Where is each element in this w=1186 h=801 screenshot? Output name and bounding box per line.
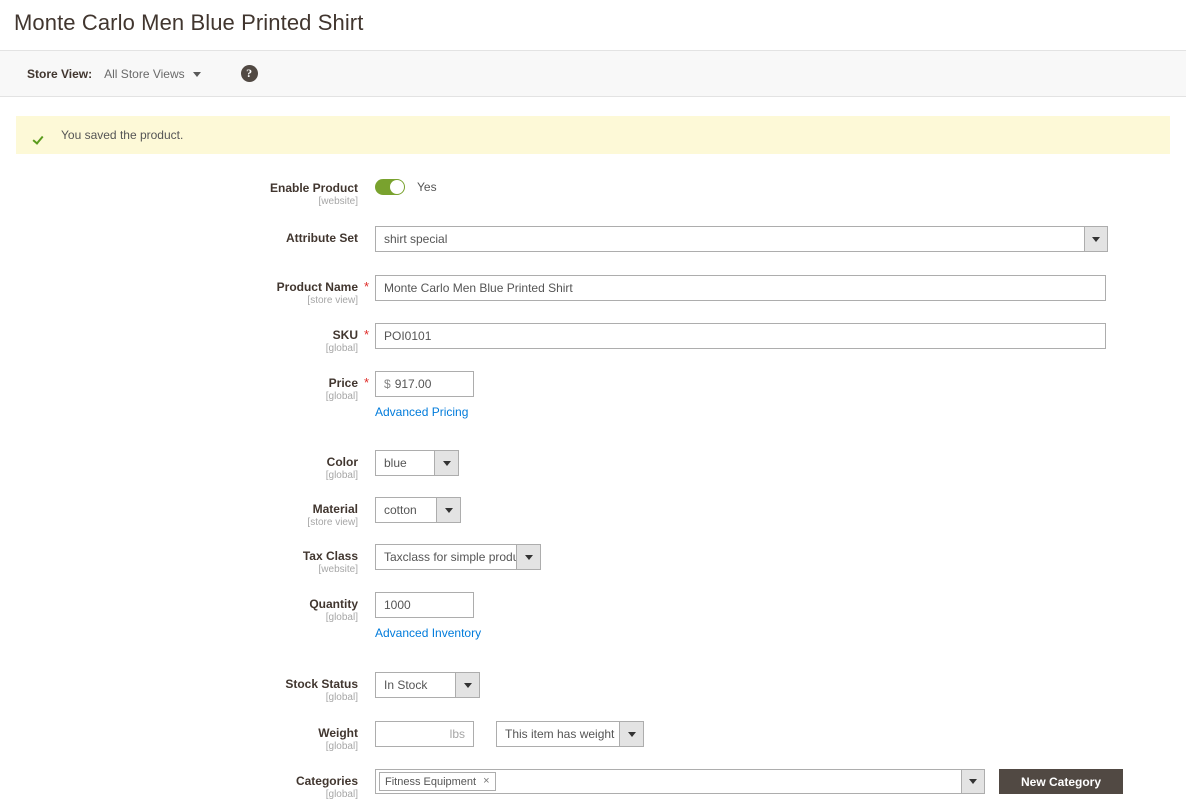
category-chip-label: Fitness Equipment [385,776,476,788]
required-marker [358,544,375,549]
stock-status-select[interactable]: In Stock [375,672,480,698]
chevron-down-icon [434,451,458,475]
chevron-down-icon [193,72,201,77]
store-view-switcher[interactable]: All Store Views [104,67,200,81]
weight-input-group[interactable]: lbs [375,721,474,747]
required-marker [358,450,375,455]
label-color: Color [global] [0,450,358,482]
field-quantity: Quantity [global] Advanced Inventory [0,592,1186,640]
product-name-input[interactable] [375,275,1106,301]
sku-input[interactable] [375,323,1106,349]
tax-class-value: Taxclass for simple products [376,545,516,569]
required-marker-price: * [358,371,375,390]
weight-input[interactable] [376,722,448,746]
page-title: Monte Carlo Men Blue Printed Shirt [14,10,1186,36]
product-form: Enable Product [website] Yes Attribute S… [0,154,1186,801]
color-select[interactable]: blue [375,450,459,476]
success-message: You saved the product. [16,116,1170,154]
store-view-bar: Store View: All Store Views ? [0,50,1186,97]
quantity-input[interactable] [375,592,474,618]
label-material: Material [store view] [0,497,358,529]
field-enable-product: Enable Product [website] Yes [0,176,1186,208]
categories-multiselect[interactable]: Fitness Equipment × [375,769,985,794]
required-marker-product-name: * [358,275,375,294]
chevron-down-icon [516,545,540,569]
required-marker [358,176,375,181]
label-tax-class: Tax Class [website] [0,544,358,576]
required-marker [358,721,375,726]
label-product-name: Product Name [store view] [0,275,358,307]
field-product-name: Product Name [store view] * [0,275,1186,307]
field-sku: SKU [global] * [0,323,1186,355]
enable-product-toggle[interactable] [375,179,405,195]
field-material: Material [store view] cotton [0,497,1186,529]
enable-product-state: Yes [417,180,437,194]
tax-class-select[interactable]: Taxclass for simple products [375,544,541,570]
currency-symbol: $ [376,372,395,396]
field-stock-status: Stock Status [global] In Stock [0,672,1186,704]
field-weight: Weight [global] lbs This item has weight [0,721,1186,753]
category-chip[interactable]: Fitness Equipment × [379,772,496,791]
chevron-down-icon[interactable] [1085,226,1108,252]
has-weight-value: This item has weight [497,722,619,746]
chevron-down-icon [455,673,479,697]
field-price: Price [global] * $ Advanced Pricing [0,371,1186,419]
required-marker [358,672,375,677]
label-quantity: Quantity [global] [0,592,358,624]
advanced-pricing-link[interactable]: Advanced Pricing [375,405,468,419]
toggle-knob [390,180,404,194]
field-tax-class: Tax Class [website] Taxclass for simple … [0,544,1186,576]
attribute-set-value[interactable]: shirt special [375,226,1085,252]
weight-unit-label: lbs [448,722,473,746]
required-marker-sku: * [358,323,375,342]
material-value: cotton [376,498,436,522]
color-value: blue [376,451,434,475]
categories-chip-area[interactable]: Fitness Equipment × [375,769,962,794]
store-view-value: All Store Views [104,67,184,81]
field-attribute-set: Attribute Set shirt special [0,226,1186,252]
label-enable-product: Enable Product [website] [0,176,358,208]
chevron-down-icon[interactable] [962,769,985,794]
has-weight-select[interactable]: This item has weight [496,721,644,747]
check-icon [33,127,49,143]
material-select[interactable]: cotton [375,497,461,523]
label-stock-status: Stock Status [global] [0,672,358,704]
label-price: Price [global] [0,371,358,403]
advanced-inventory-link[interactable]: Advanced Inventory [375,626,481,640]
help-icon[interactable]: ? [241,65,258,82]
field-color: Color [global] blue [0,450,1186,482]
stock-status-value: In Stock [376,673,455,697]
new-category-button[interactable]: New Category [999,769,1123,794]
label-sku: SKU [global] [0,323,358,355]
page-header: Monte Carlo Men Blue Printed Shirt [0,0,1186,50]
attribute-set-select[interactable]: shirt special [375,226,1108,252]
price-input-group[interactable]: $ [375,371,474,397]
close-icon[interactable]: × [483,776,489,787]
chevron-down-icon [619,722,643,746]
field-categories: Categories [global] Fitness Equipment × … [0,769,1186,801]
required-marker [358,592,375,597]
price-input[interactable] [395,372,473,396]
success-message-text: You saved the product. [61,128,183,142]
store-view-label: Store View: [27,67,92,81]
label-attribute-set: Attribute Set [0,226,358,245]
required-marker [358,769,375,774]
label-categories: Categories [global] [0,769,358,801]
required-marker [358,497,375,502]
messages-area: You saved the product. [0,97,1186,154]
chevron-down-icon [436,498,460,522]
label-weight: Weight [global] [0,721,358,753]
required-marker [358,226,375,231]
